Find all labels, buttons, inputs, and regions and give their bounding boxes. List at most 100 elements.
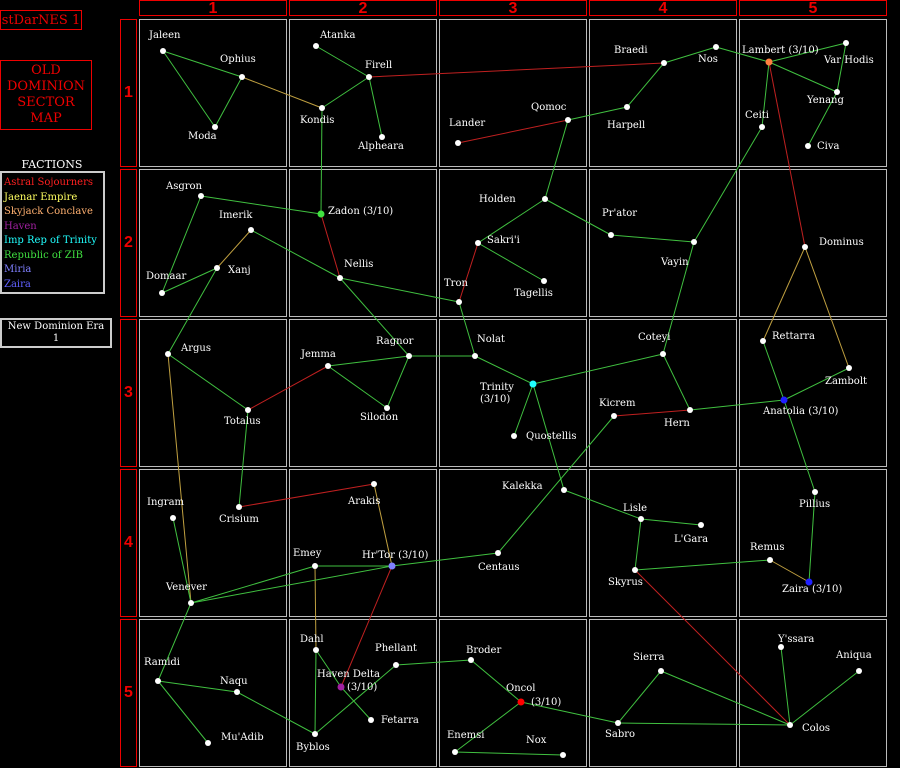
system-lisle-dot[interactable]: [638, 516, 644, 522]
system-nos-dot[interactable]: [713, 44, 719, 50]
system-lambert-dot[interactable]: [765, 58, 773, 66]
system-colos-dot[interactable]: [787, 722, 793, 728]
system-moda-label: Moda: [188, 131, 217, 142]
system-nox-dot[interactable]: [560, 752, 566, 758]
route-coteyi-hern: [662, 353, 691, 411]
route-skyrus-colos: [634, 569, 791, 726]
system-kondis-label: Kondis: [300, 115, 334, 126]
system-lgara-dot[interactable]: [698, 522, 704, 528]
system-anatolia-dot[interactable]: [780, 396, 788, 404]
system-argus-dot[interactable]: [165, 351, 171, 357]
route-aniqua-colos: [789, 670, 860, 726]
system-trinity-dot[interactable]: [529, 380, 537, 388]
system-ramidi-dot[interactable]: [155, 678, 161, 684]
system-pillius-dot[interactable]: [812, 489, 818, 495]
system-qomoc-dot[interactable]: [565, 117, 571, 123]
system-kalekka-dot[interactable]: [561, 487, 567, 493]
route-jaleen-moda: [162, 50, 216, 128]
system-byblos-dot[interactable]: [312, 731, 318, 737]
system-jemma-dot[interactable]: [325, 363, 331, 369]
system-emey-dot[interactable]: [312, 563, 318, 569]
system-jemma-label: Jemma: [300, 349, 336, 360]
system-ophius-dot[interactable]: [239, 74, 245, 80]
system-tagellis-dot[interactable]: [541, 278, 547, 284]
system-naqu-dot[interactable]: [234, 689, 240, 695]
system-moda-dot[interactable]: [212, 124, 218, 130]
system-alpheara-dot[interactable]: [379, 134, 385, 140]
system-hrtor-dot[interactable]: [388, 562, 396, 570]
system-imerik-dot[interactable]: [248, 227, 254, 233]
system-holden-dot[interactable]: [542, 196, 548, 202]
system-arakis-dot[interactable]: [371, 481, 377, 487]
system-asgron-dot[interactable]: [198, 193, 204, 199]
system-civa-dot[interactable]: [805, 143, 811, 149]
system-lander-dot[interactable]: [455, 140, 461, 146]
system-lgara-label: L'Gara: [674, 534, 708, 545]
system-atanka-label: Atanka: [319, 30, 356, 41]
route-yssara-colos: [780, 646, 791, 726]
system-remus-dot[interactable]: [767, 557, 773, 563]
route-dahl-byblos: [314, 649, 317, 735]
system-firell-dot[interactable]: [366, 74, 372, 80]
system-braedi-dot[interactable]: [661, 60, 667, 66]
system-argus-label: Argus: [180, 343, 211, 354]
system-centaus-dot[interactable]: [495, 550, 501, 556]
system-domaar-dot[interactable]: [159, 290, 165, 296]
system-xanj-dot[interactable]: [214, 265, 220, 271]
system-atanka-dot[interactable]: [313, 43, 319, 49]
system-sakri-dot[interactable]: [475, 240, 481, 246]
system-sabro-dot[interactable]: [615, 720, 621, 726]
system-vayin-dot[interactable]: [691, 239, 697, 245]
system-arakis-label: Arakis: [347, 496, 380, 507]
system-rettarra-dot[interactable]: [760, 338, 766, 344]
system-crisium-dot[interactable]: [236, 504, 242, 510]
system-silodon-dot[interactable]: [384, 405, 390, 411]
route-argus-totalus: [167, 353, 249, 411]
system-broder-dot[interactable]: [468, 657, 474, 663]
system-firell-label: Firell: [365, 60, 392, 71]
system-havendelta-dot[interactable]: [337, 683, 345, 691]
system-sierra-label: Sierra: [633, 652, 665, 663]
system-muadib-dot[interactable]: [205, 740, 211, 746]
system-enemsi-dot[interactable]: [452, 749, 458, 755]
system-aniqua-dot[interactable]: [856, 668, 862, 674]
system-hern-dot[interactable]: [687, 407, 693, 413]
system-silodon-label: Silodon: [360, 412, 399, 423]
system-jaleen-dot[interactable]: [160, 48, 166, 54]
system-venever-dot[interactable]: [188, 600, 194, 606]
system-naqu-label: Naqu: [220, 676, 248, 687]
route-lisle-skyrus: [634, 518, 642, 571]
system-zadon-dot[interactable]: [317, 210, 325, 218]
system-skyrus-dot[interactable]: [632, 567, 638, 573]
system-fetarra-dot[interactable]: [368, 717, 374, 723]
system-kicrem-dot[interactable]: [611, 413, 617, 419]
system-nolat-dot[interactable]: [472, 353, 478, 359]
system-ceiti-dot[interactable]: [759, 124, 765, 130]
system-quostellis-dot[interactable]: [511, 433, 517, 439]
system-pillius-label: Pillius: [799, 499, 830, 510]
system-totalus-dot[interactable]: [245, 407, 251, 413]
system-phellant-dot[interactable]: [393, 662, 399, 668]
route-firell-braedi: [368, 62, 665, 78]
system-sierra-dot[interactable]: [658, 668, 664, 674]
system-tron-dot[interactable]: [456, 299, 462, 305]
system-zambolt-dot[interactable]: [846, 365, 852, 371]
system-trinity-label: Trinity: [480, 382, 514, 393]
system-coteyi-dot[interactable]: [660, 351, 666, 357]
system-oncol-dot[interactable]: [517, 698, 525, 706]
system-broder-label: Broder: [466, 645, 501, 656]
system-ingram-dot[interactable]: [170, 515, 176, 521]
system-dahl-dot[interactable]: [313, 647, 319, 653]
system-sabro-label: Sabro: [605, 729, 635, 740]
system-kondis-dot[interactable]: [319, 105, 325, 111]
system-ragnor-dot[interactable]: [406, 353, 412, 359]
system-nellis-dot[interactable]: [337, 275, 343, 281]
system-dominus-dot[interactable]: [802, 244, 808, 250]
system-varhodis-dot[interactable]: [843, 40, 849, 46]
system-harpell-dot[interactable]: [624, 104, 630, 110]
system-kalekka-label: Kalekka: [502, 481, 543, 492]
system-prator-dot[interactable]: [608, 232, 614, 238]
system-muadib-label: Mu'Adib: [221, 732, 264, 743]
system-harpell-label: Harpell: [607, 120, 645, 131]
system-dominus-label: Dominus: [819, 237, 864, 248]
